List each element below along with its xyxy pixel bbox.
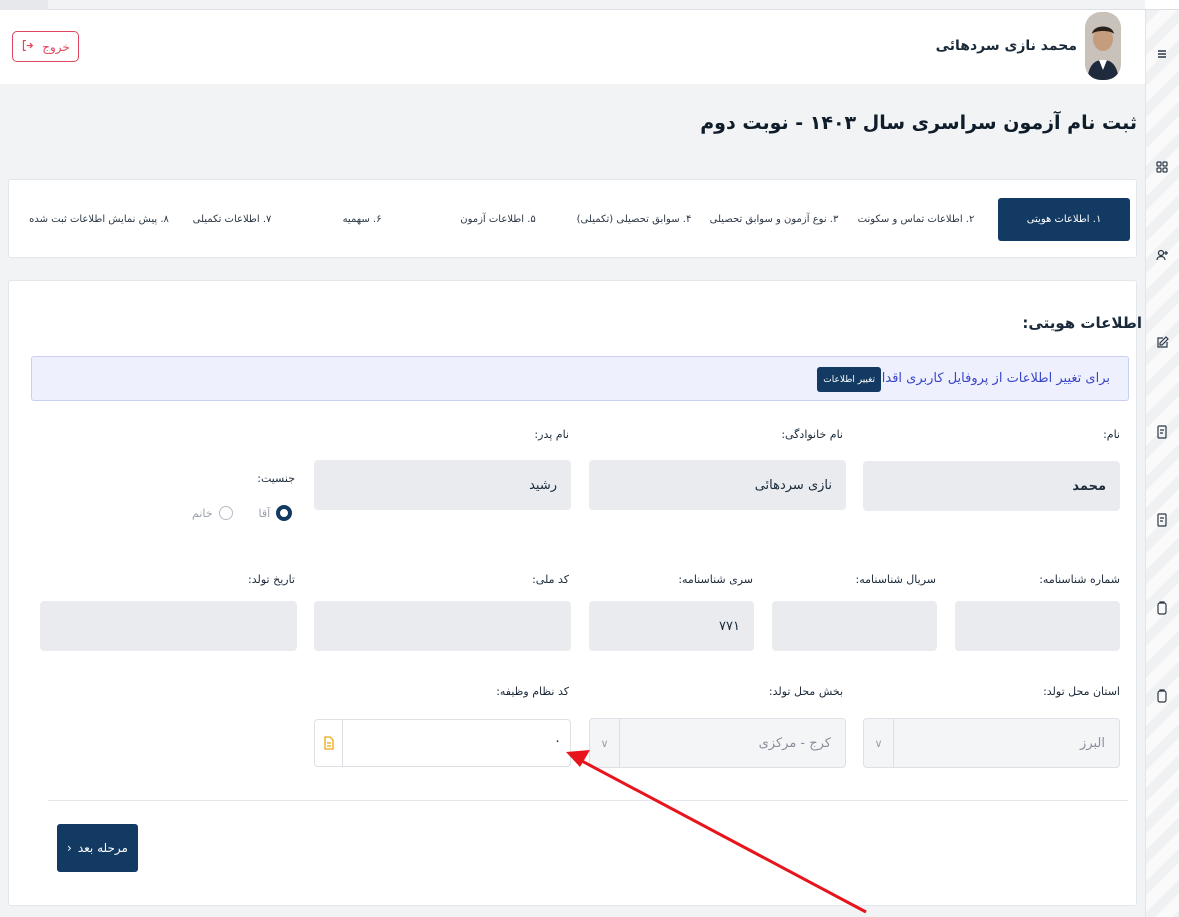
- military-code-label: کد نظام وظیفه:: [496, 685, 569, 698]
- step-exam-type[interactable]: ۳. نوع آزمون و سوابق تحصیلی: [709, 198, 839, 241]
- birth-cert-number-label: شماره شناسنامه:: [1039, 573, 1120, 586]
- gender-option-male[interactable]: آقا: [259, 505, 293, 521]
- avatar: [1085, 12, 1121, 80]
- radio-female[interactable]: [218, 506, 233, 520]
- father-name-label: نام پدر:: [534, 428, 569, 441]
- logout-icon: [21, 39, 34, 55]
- birth-district-label: بخش محل تولد:: [768, 685, 843, 698]
- birth-province-value: البرز: [1080, 735, 1105, 751]
- gender-male-label: آقا: [258, 506, 271, 520]
- step-contact[interactable]: ۲. اطلاعات تماس و سکونت: [858, 198, 975, 241]
- birth-cert-series-field: ۷۷۱: [589, 601, 754, 651]
- next-step-button[interactable]: مرحله بعد ‹: [57, 824, 138, 872]
- birth-date-field: [40, 601, 297, 651]
- national-code-label: کد ملی:: [532, 573, 569, 586]
- menu-icon[interactable]: [1154, 46, 1170, 62]
- clipboard-icon[interactable]: [1154, 600, 1170, 616]
- info-text: برای تغییر اطلاعات از پروفایل کاربری اقد…: [844, 371, 1110, 386]
- radio-male[interactable]: [276, 505, 293, 521]
- first-name-field: محمد: [863, 461, 1120, 511]
- divider: [48, 800, 1128, 801]
- clipboard-icon[interactable]: [1154, 688, 1170, 704]
- step-exam-info[interactable]: ۵. اطلاعات آزمون: [453, 198, 543, 241]
- chevron-down-icon: ∨: [590, 719, 620, 767]
- change-info-button[interactable]: تغییر اطلاعات: [817, 367, 881, 392]
- step-preview[interactable]: ۸. پیش نمایش اطلاعات ثبت شده: [29, 198, 169, 241]
- gender-label: جنسیت:: [257, 472, 295, 485]
- top-strip: [0, 0, 48, 10]
- info-alert: برای تغییر اطلاعات از پروفایل کاربری اقد…: [31, 356, 1129, 401]
- side-rail: [1145, 10, 1179, 917]
- last-name-label: نام خانوادگی:: [781, 428, 843, 441]
- birth-province-select[interactable]: البرز ∨: [863, 718, 1120, 768]
- military-code-input[interactable]: ۰: [314, 719, 571, 767]
- birth-cert-number-field: [955, 601, 1120, 651]
- section-title: اطلاعات هویتی:: [1022, 314, 1142, 332]
- birth-district-select[interactable]: کرج - مرکزی ∨: [589, 718, 846, 768]
- step-additional[interactable]: ۷. اطلاعات تکمیلی: [187, 198, 277, 241]
- step-quota[interactable]: ۶. سهمیه: [327, 198, 397, 241]
- document-icon[interactable]: [1154, 424, 1170, 440]
- step-education[interactable]: ۴. سوابق تحصیلی (تکمیلی): [577, 198, 692, 241]
- grid-icon[interactable]: [1154, 159, 1170, 175]
- document-icon[interactable]: [1154, 512, 1170, 528]
- chevron-left-icon: ‹: [67, 841, 72, 855]
- logout-label: خروج: [42, 39, 70, 54]
- last-name-field: نازی سردهائی: [589, 460, 846, 510]
- gender-option-female[interactable]: خانم: [192, 506, 233, 520]
- file-icon[interactable]: [315, 720, 343, 766]
- military-code-value: ۰: [554, 734, 561, 749]
- national-code-field: [314, 601, 571, 651]
- birth-date-label: تاریخ تولد:: [248, 573, 295, 586]
- birth-province-label: استان محل تولد:: [1043, 685, 1120, 698]
- birth-cert-serial-field: [772, 601, 937, 651]
- user-plus-icon[interactable]: [1154, 247, 1170, 263]
- registration-stepper: ۱. اطلاعات هویتی ۲. اطلاعات تماس و سکونت…: [8, 179, 1137, 258]
- gender-female-label: خانم: [192, 506, 213, 520]
- next-step-label: مرحله بعد: [77, 841, 128, 855]
- gender-radio-group: آقا خانم: [192, 505, 293, 521]
- birth-cert-serial-label: سریال شناسنامه:: [855, 573, 936, 586]
- user-name: محمد نازی سردهائی: [935, 38, 1077, 54]
- logout-button[interactable]: خروج: [12, 31, 79, 62]
- birth-district-value: کرج - مرکزی: [758, 735, 831, 751]
- father-name-field: رشید: [314, 460, 571, 510]
- first-name-label: نام:: [1103, 428, 1120, 441]
- chevron-down-icon: ∨: [864, 719, 894, 767]
- birth-cert-series-label: سری شناسنامه:: [678, 573, 753, 586]
- user-profile[interactable]: محمد نازی سردهائی: [936, 12, 1121, 80]
- edit-icon[interactable]: [1154, 335, 1170, 351]
- page-title: ثبت نام آزمون سراسری سال ۱۴۰۳ - نوبت دوم: [700, 112, 1137, 134]
- top-header: خروج محمد نازی سردهائی: [0, 10, 1145, 84]
- step-identity[interactable]: ۱. اطلاعات هویتی: [998, 198, 1130, 241]
